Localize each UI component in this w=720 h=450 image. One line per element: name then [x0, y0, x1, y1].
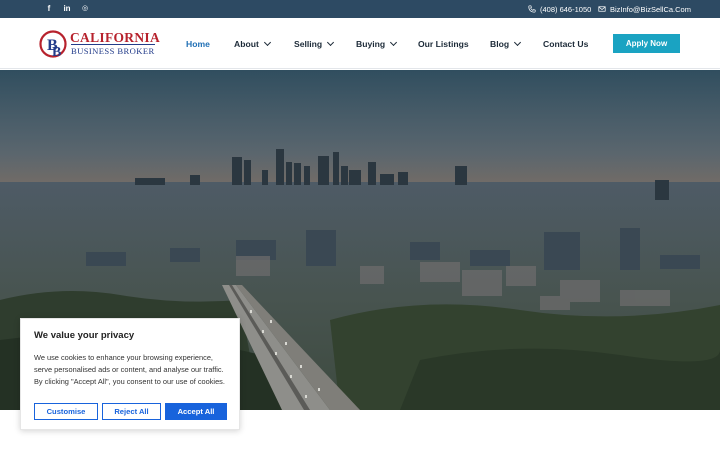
reject-all-button[interactable]: Reject All	[102, 403, 161, 420]
customise-button[interactable]: Customise	[34, 403, 98, 420]
nav-label: About	[234, 38, 259, 49]
site-header: B B CALIFORNIA BUSINESS BROKER Home Abou…	[0, 18, 720, 69]
chevron-down-icon	[263, 38, 271, 46]
site-logo[interactable]: B B CALIFORNIA BUSINESS BROKER	[38, 28, 164, 60]
phone-link[interactable]: (408) 646-1050	[528, 0, 591, 18]
linkedin-icon[interactable]: in	[58, 0, 76, 18]
nav-buying[interactable]: Buying	[356, 18, 398, 69]
social-links: f in ◎	[40, 0, 94, 18]
logo-text-business-broker: BUSINESS BROKER	[71, 44, 155, 56]
chevron-down-icon	[327, 38, 335, 46]
nav-label: Home	[186, 38, 210, 49]
email-link[interactable]: BizInfo@BizSellCa.Com	[598, 0, 691, 18]
nav-blog[interactable]: Blog	[490, 18, 522, 69]
cookie-consent-banner: We value your privacy We use cookies to …	[20, 318, 240, 430]
nav-home[interactable]: Home	[186, 18, 210, 69]
nav-label: Blog	[490, 38, 510, 49]
logo-monogram: B B	[39, 30, 67, 60]
top-bar: f in ◎ (408) 646-1050 BizInfo@BizSellCa.…	[0, 0, 720, 18]
cookie-title: We value your privacy	[34, 330, 135, 341]
accept-all-button[interactable]: Accept All	[165, 403, 227, 420]
nav-label: Our Listings	[418, 38, 469, 49]
email-address: BizInfo@BizSellCa.Com	[610, 4, 691, 14]
nav-selling[interactable]: Selling	[294, 18, 335, 69]
apply-now-button[interactable]: Apply Now	[613, 34, 680, 53]
nav-our-listings[interactable]: Our Listings	[418, 18, 469, 69]
instagram-icon[interactable]: ◎	[76, 0, 94, 18]
cookie-buttons: Customise Reject All Accept All	[34, 403, 227, 420]
chevron-down-icon	[390, 38, 398, 46]
cookie-message: We use cookies to enhance your browsing …	[34, 353, 225, 386]
nav-label: Selling	[294, 38, 323, 49]
nav-label: Contact Us	[543, 38, 589, 49]
chevron-down-icon	[514, 38, 522, 46]
phone-icon	[528, 5, 536, 13]
nav-about[interactable]: About	[234, 18, 271, 69]
phone-number: (408) 646-1050	[540, 4, 592, 14]
facebook-icon[interactable]: f	[40, 0, 58, 18]
svg-text:B: B	[52, 45, 61, 60]
nav-contact-us[interactable]: Contact Us	[543, 18, 588, 69]
mail-icon	[598, 6, 606, 12]
nav-label: Buying	[356, 38, 386, 49]
